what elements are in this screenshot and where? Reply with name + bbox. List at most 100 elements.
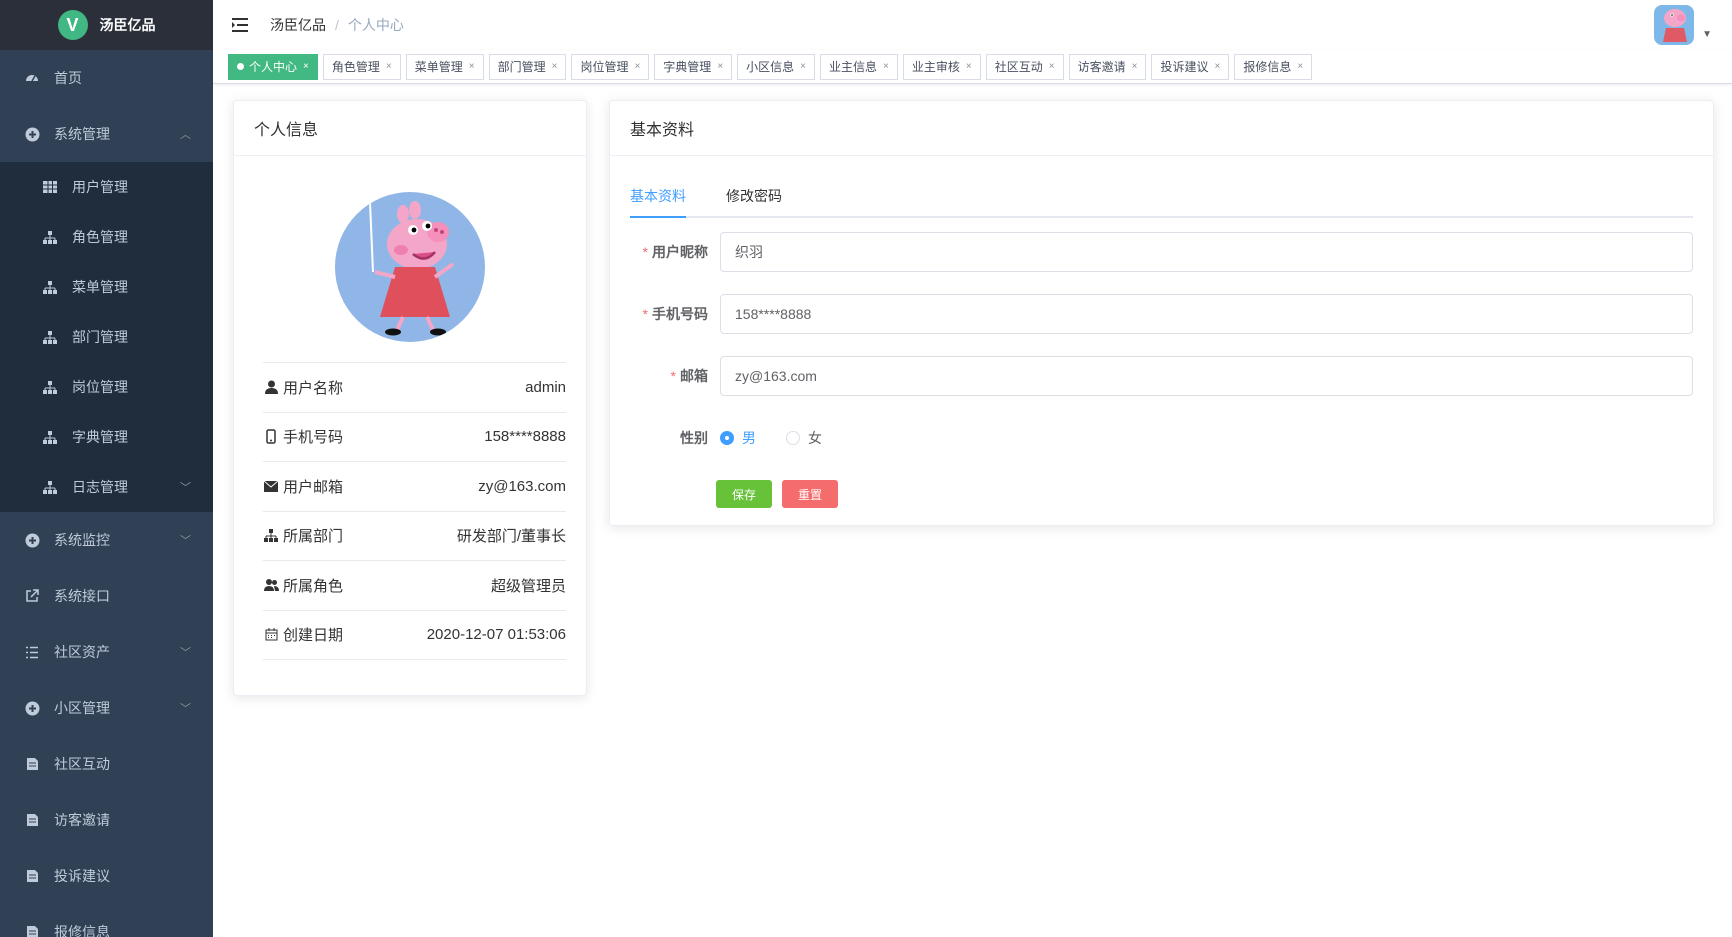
nickname-label: * 用户昵称 <box>642 244 708 260</box>
caret-down-icon[interactable]: ▼ <box>1702 29 1712 40</box>
logo[interactable]: V 汤臣亿品 <box>0 0 213 50</box>
tag-interact[interactable]: 社区互动 × <box>985 53 1064 80</box>
hamburger-icon[interactable] <box>218 0 262 50</box>
menu-item-api[interactable]: 系统接口 <box>0 568 213 624</box>
nickname-input[interactable]: 织羽 <box>720 232 1693 272</box>
chevron-down-icon: ﹀ <box>180 535 191 547</box>
tag-label: 业主审核 <box>911 59 960 74</box>
menu-item-interact[interactable]: 社区互动 <box>0 736 213 792</box>
tag-post[interactable]: 岗位管理 × <box>571 53 650 80</box>
menu-item-assets[interactable]: 社区资产 ﹀ <box>0 624 213 680</box>
email-input[interactable]: zy@163.com <box>720 356 1693 396</box>
menu-item-estate[interactable]: 小区管理 ﹀ <box>0 680 213 736</box>
tag-role[interactable]: 角色管理 × <box>322 53 401 80</box>
chevron-up-icon: ︿ <box>180 129 191 141</box>
menu-item-repair[interactable]: 报修信息 <box>0 904 213 937</box>
sidebar: V 汤臣亿品 首页 系统管理 ︿ 用户管理 角色管理 菜单管理 部门管理 岗位管… <box>0 0 213 937</box>
menu-item-label: 角色管理 <box>72 229 128 245</box>
close-icon[interactable]: × <box>1297 55 1303 79</box>
close-icon[interactable]: × <box>717 55 723 79</box>
sidebar-item-menu[interactable]: 菜单管理 <box>0 262 213 312</box>
info-label: 用户名称 <box>283 379 344 397</box>
breadcrumb-root[interactable]: 汤臣亿品 <box>270 15 326 35</box>
close-icon[interactable]: × <box>634 55 640 79</box>
phone-input[interactable]: 158****8888 <box>720 294 1693 334</box>
estate-icon <box>24 700 40 716</box>
sidebar-item-dict[interactable]: 字典管理 <box>0 412 213 462</box>
form-row-nickname: * 用户昵称 织羽 <box>610 232 1713 272</box>
avatar[interactable] <box>1654 5 1695 45</box>
menu-item-monitor[interactable]: 系统监控 ﹀ <box>0 512 213 568</box>
sidebar-item-dept[interactable]: 部门管理 <box>0 312 213 362</box>
tag-personal[interactable]: 个人中心 × <box>228 53 318 80</box>
breadcrumb-separator: / <box>335 17 339 33</box>
app-title: 汤臣亿品 <box>99 17 156 33</box>
close-icon[interactable]: × <box>800 55 806 79</box>
reset-button[interactable]: 重置 <box>782 480 838 508</box>
close-icon[interactable]: × <box>883 55 889 79</box>
close-icon[interactable]: × <box>1049 55 1055 79</box>
menu-item-label: 访客邀请 <box>54 812 110 828</box>
sidebar-item-user[interactable]: 用户管理 <box>0 162 213 212</box>
tag-visitor[interactable]: 访客邀请 × <box>1068 53 1147 80</box>
tag-owner-info[interactable]: 业主信息 × <box>820 53 898 80</box>
user-menu[interactable]: ▼ <box>1654 5 1712 45</box>
info-value: zy@163.com <box>478 477 566 495</box>
required-mark: * <box>670 368 676 384</box>
tab-change-password[interactable]: 修改密码 <box>726 186 782 216</box>
menu-item-label: 字典管理 <box>72 429 128 445</box>
close-icon[interactable]: × <box>469 55 475 79</box>
user-icon <box>263 380 279 395</box>
tag-dept[interactable]: 部门管理 × <box>488 53 567 80</box>
breadcrumb-current: 个人中心 <box>347 17 404 33</box>
document-icon <box>24 924 40 937</box>
email-label: * 邮箱 <box>670 368 708 384</box>
close-icon[interactable]: × <box>1132 55 1138 79</box>
menu-item-system[interactable]: 系统管理 ︿ <box>0 106 213 162</box>
calendar-icon <box>263 628 279 641</box>
logo-icon: V <box>57 10 88 40</box>
menu-item-visitor[interactable]: 访客邀请 <box>0 792 213 848</box>
close-icon[interactable]: × <box>1214 55 1220 79</box>
tab-basic-info[interactable]: 基本资料 <box>630 186 686 218</box>
tag-label: 业主信息 <box>829 59 878 74</box>
menu-item-home[interactable]: 首页 <box>0 50 213 106</box>
tag-repair[interactable]: 报修信息 × <box>1234 53 1313 80</box>
tabs: 基本资料 修改密码 <box>630 178 1693 218</box>
tree-icon <box>42 329 58 345</box>
form-row-gender: 性别 男 女 <box>610 418 1713 458</box>
menu-item-label: 系统管理 <box>54 126 110 142</box>
radio-unchecked-icon <box>786 431 800 445</box>
tag-label: 部门管理 <box>497 59 546 74</box>
profile-avatar[interactable] <box>335 192 485 342</box>
tag-owner-review[interactable]: 业主审核 × <box>902 53 981 80</box>
info-value: admin <box>525 378 566 396</box>
gender-female-radio[interactable]: 女 <box>786 428 822 448</box>
close-icon[interactable]: × <box>303 55 309 79</box>
list-item: 所属角色 超级管理员 <box>263 561 566 611</box>
tag-label: 个人中心 <box>249 59 298 74</box>
phone-label: * 手机号码 <box>642 306 708 322</box>
form-row-email: * 邮箱 zy@163.com <box>610 356 1713 396</box>
menu-item-label: 用户管理 <box>72 179 128 195</box>
menu-item-complaint[interactable]: 投诉建议 <box>0 848 213 904</box>
close-icon[interactable]: × <box>966 55 972 79</box>
navbar: 汤臣亿品 / 个人中心 ▼ <box>213 0 1732 50</box>
tag-dict[interactable]: 字典管理 × <box>654 53 733 80</box>
menu-item-label: 社区互动 <box>54 756 110 772</box>
tag-estate-info[interactable]: 小区信息 × <box>737 53 816 80</box>
save-button[interactable]: 保存 <box>716 480 772 508</box>
tag-menu[interactable]: 菜单管理 × <box>405 53 484 80</box>
sidebar-item-role[interactable]: 角色管理 <box>0 212 213 262</box>
system-icon <box>24 126 40 142</box>
sidebar-item-post[interactable]: 岗位管理 <box>0 362 213 412</box>
sidebar-item-log[interactable]: 日志管理 ﹀ <box>0 462 213 512</box>
gender-male-radio[interactable]: 男 <box>720 428 756 448</box>
info-value: 2020-12-07 01:53:06 <box>426 626 566 644</box>
tag-complaint[interactable]: 投诉建议 × <box>1151 53 1230 80</box>
document-icon <box>24 756 40 772</box>
profile-form: * 用户昵称 织羽 * 手机号码 158****8888 * 邮箱 zy@163.co… <box>610 232 1713 508</box>
info-label: 创建日期 <box>283 627 344 645</box>
close-icon[interactable]: × <box>386 55 392 79</box>
close-icon[interactable]: × <box>552 55 558 79</box>
